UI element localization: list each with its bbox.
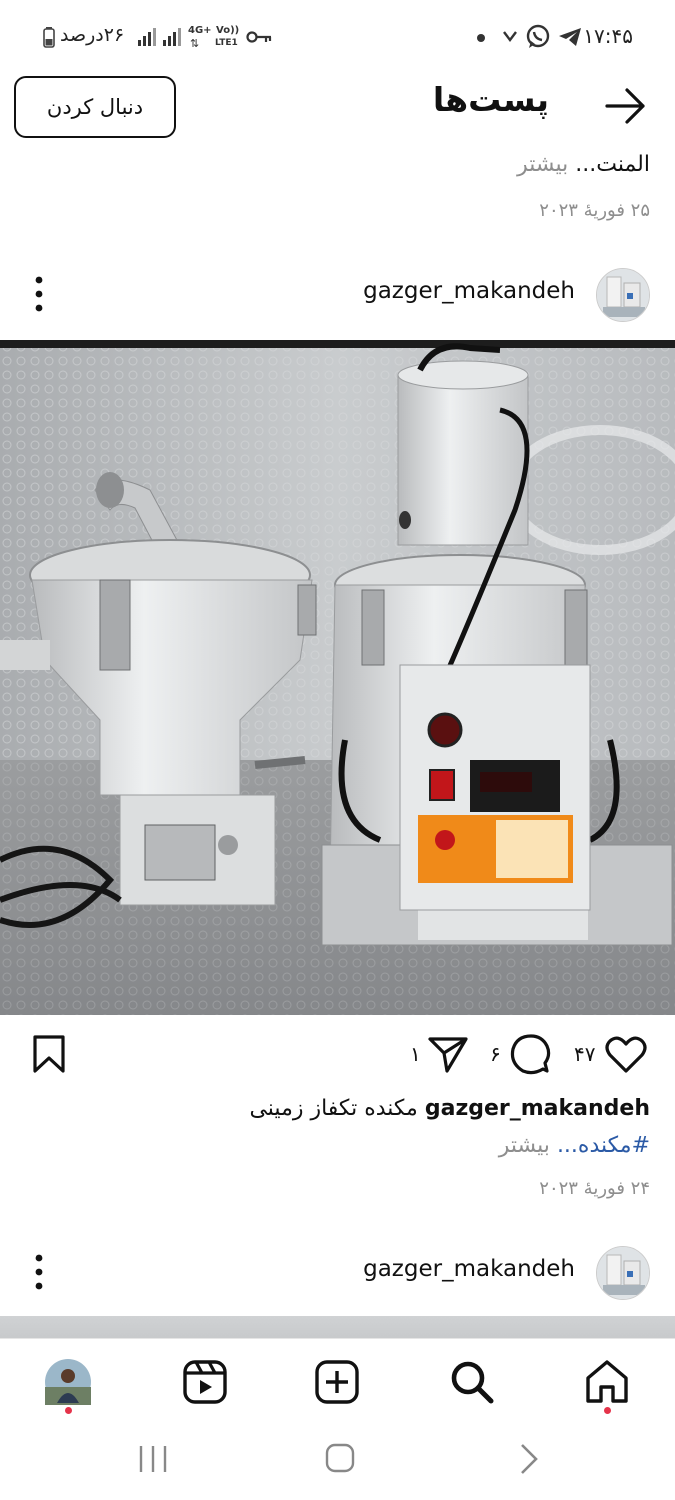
home-system-icon[interactable] [324, 1442, 356, 1474]
vpn-key-icon [246, 31, 272, 43]
battery-percent: ۲۶درصد [60, 24, 125, 46]
battery-icon [43, 27, 55, 48]
next-post-header: gazger_makandeh [0, 1242, 675, 1314]
status-dot-icon [477, 34, 485, 42]
caption-more-link[interactable]: بیشتر [499, 1133, 550, 1158]
avatar[interactable] [596, 1246, 650, 1300]
status-time: ۱۷:۴۵ [583, 24, 633, 48]
previous-caption-line[interactable]: المنت... بیشتر [517, 152, 650, 177]
likes-count[interactable]: ۴۷ [574, 1042, 595, 1066]
signal-icon-2 [163, 28, 181, 46]
notification-icon [503, 31, 517, 42]
send-icon[interactable] [427, 1034, 469, 1074]
search-icon[interactable] [447, 1357, 497, 1407]
network-lte-label: LTE1 [215, 38, 238, 48]
profile-notification-dot [65, 1407, 72, 1414]
previous-more-link[interactable]: بیشتر [517, 152, 568, 177]
comments-count[interactable]: ۶ [490, 1042, 501, 1066]
telegram-icon [559, 28, 581, 46]
more-vertical-icon[interactable] [22, 272, 56, 316]
next-post-username[interactable]: gazger_makandeh [363, 1256, 575, 1282]
avatar[interactable] [596, 268, 650, 322]
comment-icon[interactable] [509, 1033, 553, 1077]
system-nav-bar [0, 1428, 675, 1500]
post-image[interactable] [0, 340, 675, 1015]
network-4g-label: 4G+ [188, 25, 212, 36]
arrow-right-icon[interactable] [603, 86, 647, 126]
nav-home[interactable] [582, 1357, 632, 1414]
more-vertical-icon[interactable] [22, 1250, 56, 1294]
home-notification-dot [604, 1407, 611, 1414]
back-system-icon[interactable] [518, 1442, 540, 1476]
page-title: پست‌ها [432, 80, 549, 119]
caption-username[interactable]: gazger_makandeh [425, 1096, 650, 1121]
caption-text: مکنده تکفاز زمینی [249, 1096, 418, 1121]
follow-button[interactable]: دنبال کردن [14, 76, 176, 138]
header: دنبال کردن پست‌ها [0, 72, 675, 142]
create-icon[interactable] [312, 1357, 362, 1407]
avatar-image [597, 269, 649, 321]
post-photo [0, 340, 675, 1015]
nav-profile[interactable] [43, 1357, 93, 1414]
profile-avatar [45, 1359, 91, 1405]
previous-post-date: ۲۵ فوریهٔ ۲۰۲۳ [539, 200, 650, 221]
home-icon [586, 1360, 628, 1403]
network-arrows-icon: ⇅ [190, 37, 200, 50]
avatar-image [597, 1247, 649, 1299]
previous-caption-tail: المنت... [575, 152, 650, 177]
reels-icon[interactable] [180, 1357, 230, 1407]
heart-icon[interactable] [604, 1035, 648, 1075]
signal-icon-1 [138, 28, 156, 46]
hashtag-link[interactable]: #مکنده... [557, 1133, 650, 1158]
bottom-nav [0, 1338, 675, 1428]
whatsapp-icon [526, 24, 550, 48]
bookmark-icon[interactable] [32, 1034, 66, 1074]
next-post-image[interactable] [0, 1316, 675, 1340]
shares-count[interactable]: ۱ [410, 1042, 421, 1066]
post-date: ۲۴ فوریهٔ ۲۰۲۳ [539, 1178, 650, 1199]
recent-apps-icon[interactable] [136, 1444, 170, 1474]
post-username[interactable]: gazger_makandeh [363, 278, 575, 304]
status-bar: ۱۷:۴۵ ۲۶درصد 4G+ ⇅ Vo)) LTE1 [0, 0, 675, 72]
network-volte-label: Vo)) [216, 25, 240, 36]
post-caption: gazger_makandeh مکنده تکفاز زمینی [249, 1096, 650, 1121]
hashtag-line: #مکنده... بیشتر [499, 1133, 650, 1158]
post-header: gazger_makandeh [0, 264, 675, 336]
